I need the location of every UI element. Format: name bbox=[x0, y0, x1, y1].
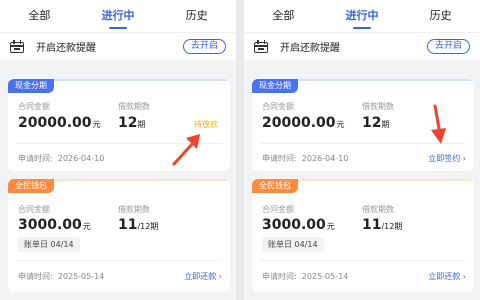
tab-in-progress[interactable]: 进行中 bbox=[323, 0, 402, 32]
repay-now-link[interactable]: 立即还款 › bbox=[428, 271, 466, 282]
status-pending-disbursement: 待放款 bbox=[194, 120, 218, 129]
red-arrow-icon bbox=[431, 104, 446, 144]
tab-history[interactable]: 历史 bbox=[401, 0, 480, 32]
enable-reminder-button[interactable]: 去开启 bbox=[182, 39, 226, 54]
repayment-reminder-bar: 开启还款提醒 去开启 bbox=[0, 32, 236, 60]
calendar-icon bbox=[254, 40, 268, 53]
loan-periods: 12期 bbox=[362, 115, 390, 131]
apply-time: 申请时间: 2026-04-10 bbox=[18, 154, 105, 163]
loan-periods-label: 借款期数 bbox=[362, 205, 394, 214]
right-screen: 全部 进行中 历史 开启还款提醒 去开启 现金分期 合同金额 借款期数 2000… bbox=[244, 0, 480, 300]
card-tag: 全民钱包 bbox=[8, 179, 54, 193]
card-tag: 全民钱包 bbox=[252, 179, 298, 193]
contract-amount-label: 合同金额 bbox=[18, 205, 50, 214]
card-tag: 现金分期 bbox=[8, 79, 54, 93]
apply-time: 申请时间: 2025-05-14 bbox=[18, 272, 105, 281]
tab-all[interactable]: 全部 bbox=[0, 0, 79, 32]
bill-day-chip: 账单日 04/14 bbox=[18, 237, 80, 252]
tab-bar: 全部 进行中 历史 bbox=[0, 0, 236, 32]
contract-amount: 3000.00元 bbox=[18, 217, 91, 233]
loan-card-wallet[interactable]: 全民钱包 合同金额 借款期数 3000.00元 11/12期 账单日 04/14… bbox=[252, 179, 474, 292]
enable-reminder-button[interactable]: 去开启 bbox=[426, 39, 470, 54]
repay-now-link[interactable]: 立即还款 › bbox=[184, 271, 222, 282]
reminder-text: 开启还款提醒 bbox=[36, 43, 96, 54]
card-tag: 现金分期 bbox=[252, 79, 298, 93]
apply-time: 申请时间: 2026-04-10 bbox=[262, 154, 349, 163]
repayment-reminder-bar: 开启还款提醒 去开启 bbox=[244, 32, 480, 60]
screen-divider bbox=[236, 0, 244, 300]
tab-in-progress[interactable]: 进行中 bbox=[79, 0, 158, 32]
loan-card-wallet[interactable]: 全民钱包 合同金额 借款期数 3000.00元 11/12期 账单日 04/14… bbox=[8, 179, 230, 292]
reminder-text: 开启还款提醒 bbox=[280, 43, 340, 54]
bill-day-chip: 账单日 04/14 bbox=[262, 237, 324, 252]
sign-now-link[interactable]: 立即签约 › bbox=[428, 153, 466, 164]
loan-periods-label: 借款期数 bbox=[362, 102, 394, 111]
loan-periods-label: 借款期数 bbox=[118, 205, 150, 214]
contract-amount-label: 合同金额 bbox=[262, 102, 294, 111]
loan-periods: 12期 bbox=[118, 115, 146, 131]
left-screen: 全部 进行中 历史 开启还款提醒 去开启 现金分期 合同金额 借款期数 2000… bbox=[0, 0, 236, 300]
apply-time: 申请时间: 2025-05-14 bbox=[262, 272, 349, 281]
contract-amount-label: 合同金额 bbox=[18, 102, 50, 111]
loan-periods: 11/12期 bbox=[118, 217, 159, 233]
loan-periods: 11/12期 bbox=[362, 217, 403, 233]
tab-all[interactable]: 全部 bbox=[244, 0, 323, 32]
loan-periods-label: 借款期数 bbox=[118, 102, 150, 111]
red-arrow-icon bbox=[172, 134, 200, 166]
calendar-icon bbox=[10, 40, 24, 53]
contract-amount: 3000.00元 bbox=[262, 217, 335, 233]
contract-amount: 20000.00元 bbox=[262, 115, 345, 131]
contract-amount-label: 合同金额 bbox=[262, 205, 294, 214]
tab-bar: 全部 进行中 历史 bbox=[244, 0, 480, 32]
tab-history[interactable]: 历史 bbox=[157, 0, 236, 32]
contract-amount: 20000.00元 bbox=[18, 115, 101, 131]
